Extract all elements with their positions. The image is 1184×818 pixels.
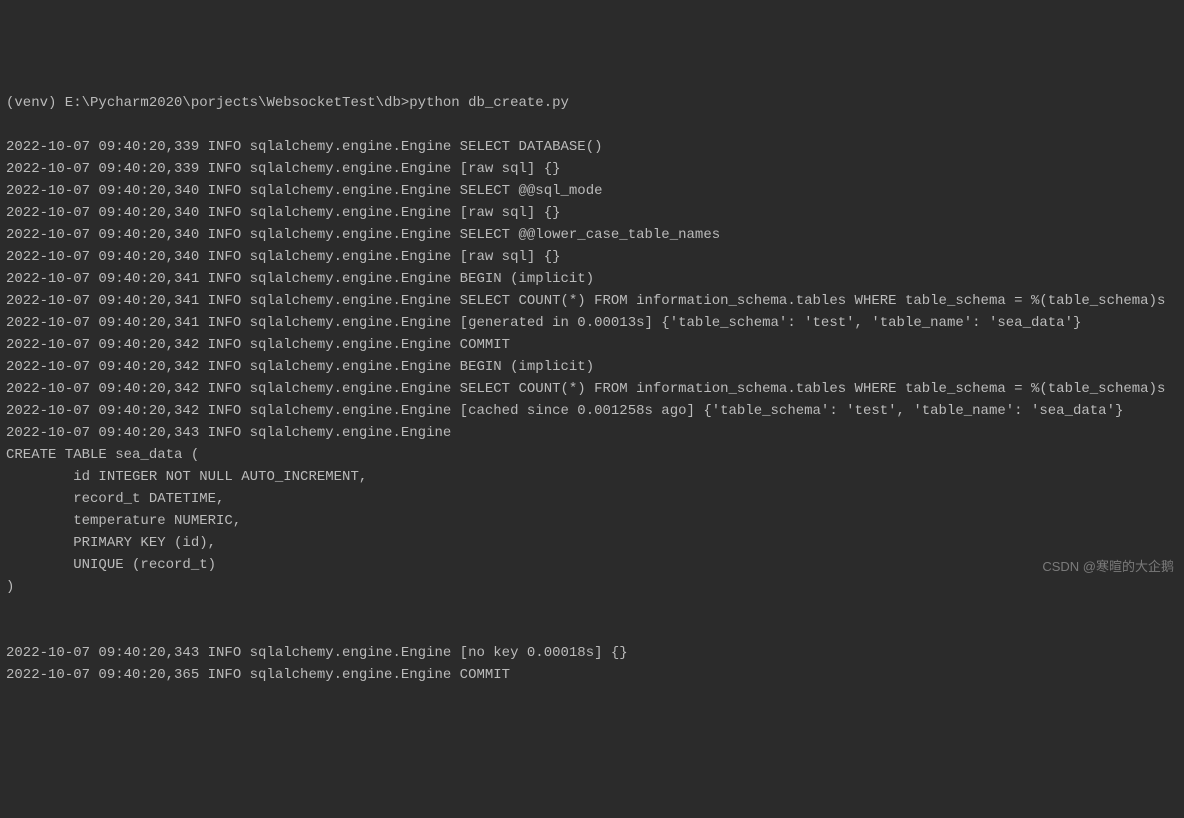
terminal-output-line: 2022-10-07 09:40:20,343 INFO sqlalchemy.… [6, 422, 1178, 444]
terminal-output-line: 2022-10-07 09:40:20,340 INFO sqlalchemy.… [6, 246, 1178, 268]
terminal-output-line: 2022-10-07 09:40:20,339 INFO sqlalchemy.… [6, 158, 1178, 180]
terminal-output-line: UNIQUE (record_t) [6, 554, 1178, 576]
terminal-output-line: 2022-10-07 09:40:20,341 INFO sqlalchemy.… [6, 268, 1178, 290]
terminal-output-line: 2022-10-07 09:40:20,340 INFO sqlalchemy.… [6, 180, 1178, 202]
terminal-output-line: PRIMARY KEY (id), [6, 532, 1178, 554]
terminal-output-line: id INTEGER NOT NULL AUTO_INCREMENT, [6, 466, 1178, 488]
terminal-output-line: 2022-10-07 09:40:20,342 INFO sqlalchemy.… [6, 378, 1178, 400]
terminal-output-line: CREATE TABLE sea_data ( [6, 444, 1178, 466]
terminal-output-line: 2022-10-07 09:40:20,339 INFO sqlalchemy.… [6, 136, 1178, 158]
terminal-output-line: record_t DATETIME, [6, 488, 1178, 510]
terminal-prompt-line: (venv) E:\Pycharm2020\porjects\Websocket… [6, 92, 1178, 114]
terminal-output-line: 2022-10-07 09:40:20,340 INFO sqlalchemy.… [6, 202, 1178, 224]
terminal-output-line: temperature NUMERIC, [6, 510, 1178, 532]
terminal-output-line [6, 598, 1178, 620]
terminal-output-line: 2022-10-07 09:40:20,341 INFO sqlalchemy.… [6, 312, 1178, 334]
terminal-output-line [6, 620, 1178, 642]
terminal-output-line: 2022-10-07 09:40:20,365 INFO sqlalchemy.… [6, 664, 1178, 686]
terminal-output-line: 2022-10-07 09:40:20,342 INFO sqlalchemy.… [6, 334, 1178, 356]
watermark-text: CSDN @寒暄的大企鹅 [1042, 556, 1174, 578]
terminal-output-line: 2022-10-07 09:40:20,341 INFO sqlalchemy.… [6, 290, 1178, 312]
terminal-output-line: 2022-10-07 09:40:20,342 INFO sqlalchemy.… [6, 400, 1178, 422]
terminal-output: 2022-10-07 09:40:20,339 INFO sqlalchemy.… [6, 136, 1178, 686]
terminal-output-line: 2022-10-07 09:40:20,340 INFO sqlalchemy.… [6, 224, 1178, 246]
terminal-output-line: ) [6, 576, 1178, 598]
terminal-output-line: 2022-10-07 09:40:20,342 INFO sqlalchemy.… [6, 356, 1178, 378]
terminal-output-line: 2022-10-07 09:40:20,343 INFO sqlalchemy.… [6, 642, 1178, 664]
